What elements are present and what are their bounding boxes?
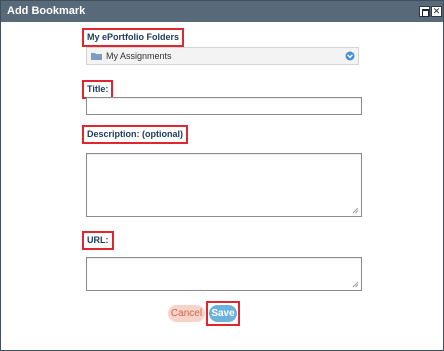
description-textarea[interactable]	[86, 153, 362, 217]
cancel-button[interactable]: Cancel	[168, 305, 205, 322]
folder-select[interactable]: My Assignments	[86, 47, 359, 65]
close-icon[interactable]: ✕	[431, 6, 442, 17]
folder-select-value: My Assignments	[106, 51, 172, 61]
description-label: Description: (optional)	[82, 125, 188, 144]
save-button[interactable]: Save	[209, 305, 237, 322]
resize-grip-icon[interactable]	[352, 281, 359, 288]
title-input[interactable]	[86, 97, 362, 115]
dialog-titlebar: Add Bookmark ✕	[1, 1, 443, 22]
folders-label: My ePortfolio Folders	[82, 28, 185, 47]
url-label: URL:	[82, 231, 114, 250]
url-textarea[interactable]	[86, 257, 362, 291]
maximize-icon[interactable]	[419, 6, 430, 17]
chevron-down-circle-icon[interactable]	[345, 51, 355, 61]
dialog-title: Add Bookmark	[7, 5, 86, 17]
folder-icon	[91, 53, 102, 60]
add-bookmark-dialog: Add Bookmark ✕ My ePortfolio Folders My …	[0, 0, 444, 351]
resize-grip-icon[interactable]	[352, 207, 359, 214]
